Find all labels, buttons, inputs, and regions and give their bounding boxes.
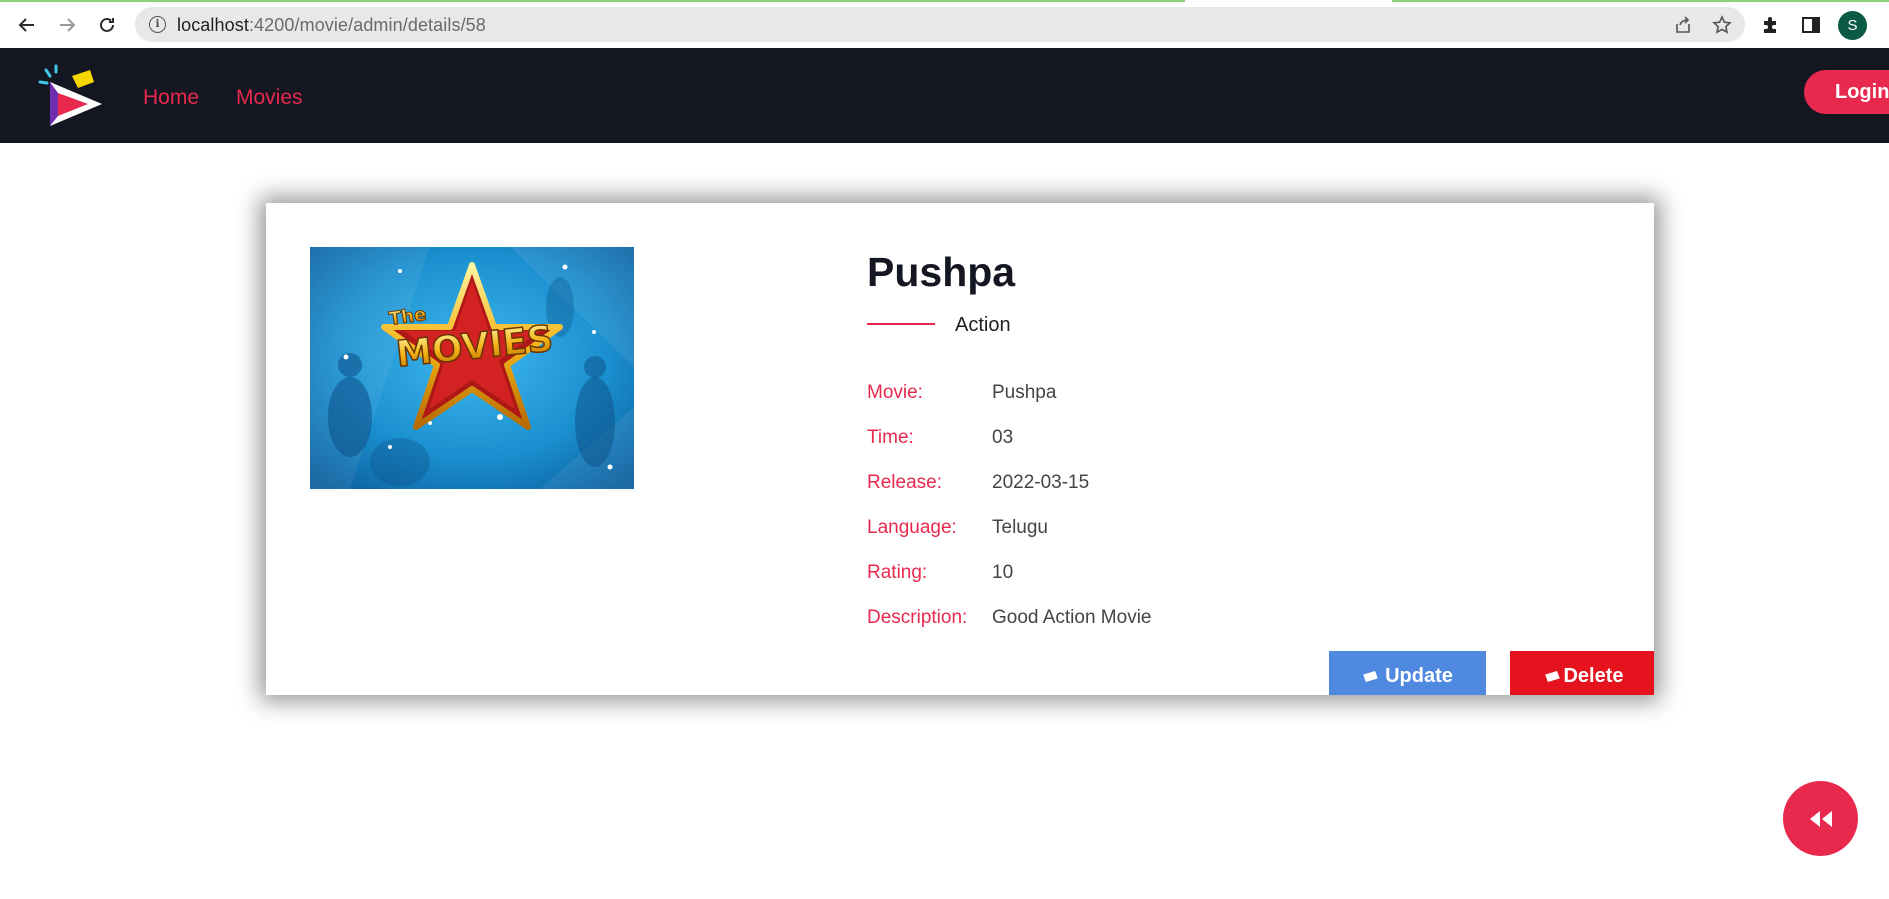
detail-label: Description:	[867, 607, 968, 628]
loading-bar	[0, 0, 1185, 2]
arrow-right-icon	[60, 18, 76, 32]
detail-label: Movie:	[867, 382, 923, 403]
share-icon[interactable]	[1671, 13, 1695, 37]
ticket-icon	[1363, 670, 1378, 682]
detail-value: 10	[992, 562, 1014, 583]
detail-row-description: Description: Good Action Movie	[867, 607, 1151, 633]
update-label: Update	[1385, 664, 1453, 687]
detail-value: 03	[992, 427, 1014, 448]
movie-details-card: The MOVIES Pushpa Action Movie: Pushpa T…	[266, 203, 1654, 695]
detail-row-language: Language: Telugu	[867, 517, 1048, 543]
detail-row-time: Time: 03	[867, 427, 1013, 453]
forward-button[interactable]	[51, 9, 83, 41]
info-icon[interactable]: i	[149, 16, 166, 33]
detail-row-release: Release: 2022-03-15	[867, 472, 1089, 498]
detail-value: Pushpa	[992, 382, 1057, 403]
detail-label: Language:	[867, 517, 957, 538]
puzzle-icon[interactable]	[1757, 11, 1785, 39]
arrow-left-icon	[18, 18, 34, 32]
detail-value: Good Action Movie	[992, 607, 1152, 628]
nav-link-movies[interactable]: Movies	[236, 86, 303, 110]
side-panel-icon[interactable]	[1797, 11, 1825, 39]
rewind-icon	[1809, 810, 1832, 827]
detail-label: Release:	[867, 472, 942, 493]
app-logo[interactable]	[36, 62, 106, 132]
url-host: localhost	[177, 15, 249, 35]
detail-value: Telugu	[992, 517, 1048, 538]
detail-row-rating: Rating: 10	[867, 562, 1013, 588]
url-path: :4200/movie/admin/details/58	[248, 15, 486, 35]
address-bar[interactable]: i localhost:4200/movie/admin/details/58	[135, 7, 1745, 42]
nav-link-home[interactable]: Home	[143, 86, 199, 110]
genre-divider	[867, 323, 935, 325]
update-button[interactable]: Update	[1329, 651, 1486, 695]
star-icon[interactable]	[1710, 13, 1734, 37]
detail-label: Time:	[867, 427, 914, 448]
delete-button[interactable]: Delete	[1510, 651, 1654, 695]
loading-bar-segment	[1392, 0, 1889, 2]
reload-button[interactable]	[91, 9, 123, 41]
ticket-icon	[1545, 670, 1561, 682]
movie-poster: The MOVIES	[310, 247, 634, 489]
browser-toolbar: i localhost:4200/movie/admin/details/58 …	[0, 0, 1889, 48]
delete-label: Delete	[1563, 664, 1624, 687]
back-fab-button[interactable]	[1783, 781, 1858, 856]
reload-icon	[100, 17, 114, 32]
detail-row-movie: Movie: Pushpa	[867, 382, 1056, 408]
profile-avatar[interactable]: S	[1838, 11, 1867, 40]
url-text[interactable]: localhost:4200/movie/admin/details/58	[177, 15, 486, 36]
login-button[interactable]: Login	[1804, 70, 1889, 114]
back-button[interactable]	[11, 9, 43, 41]
movie-title: Pushpa	[867, 249, 1016, 295]
movie-genre: Action	[955, 314, 1011, 336]
detail-label: Rating:	[867, 562, 928, 583]
detail-value: 2022-03-15	[992, 472, 1090, 493]
app-navbar: Home Movies Login	[0, 48, 1889, 143]
